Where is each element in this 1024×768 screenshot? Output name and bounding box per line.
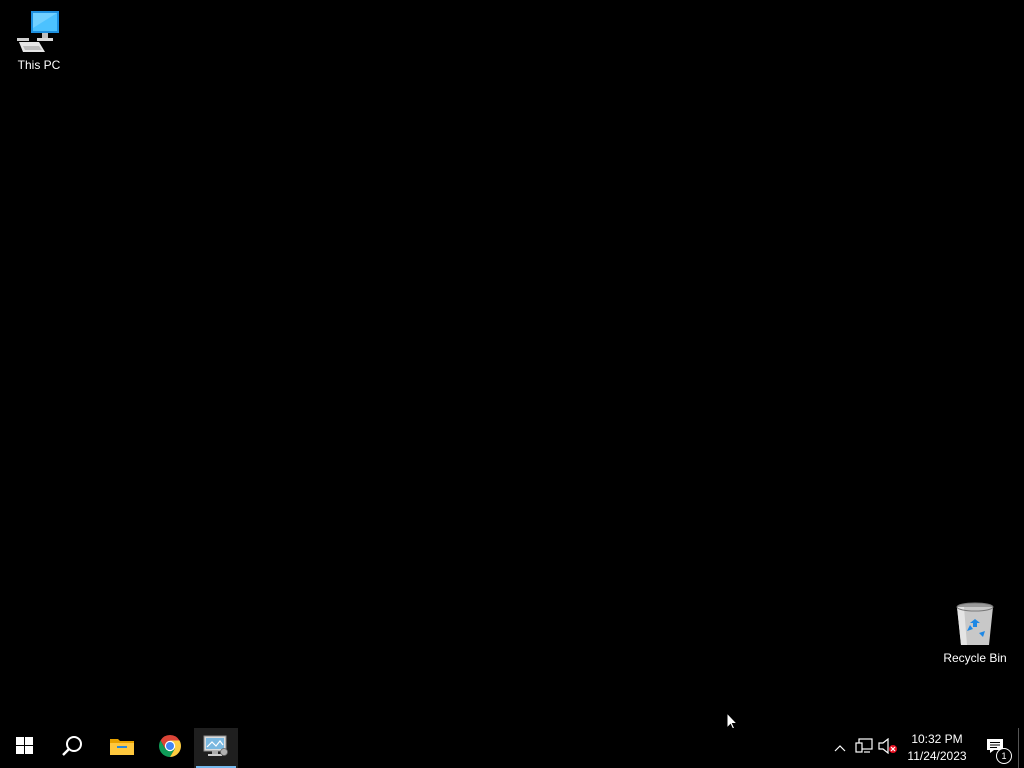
network-button[interactable] <box>852 728 876 768</box>
search-icon <box>61 735 83 762</box>
desktop: This PC Recycle Bin <box>0 0 1024 731</box>
notification-badge: 1 <box>996 748 1012 764</box>
desktop-icon-label: Recycle Bin <box>943 651 1007 665</box>
taskbar: 10:32 PM 11/24/2023 1 <box>0 728 1024 768</box>
network-icon <box>855 737 873 759</box>
start-button[interactable] <box>0 728 48 768</box>
desktop-icon-recycle-bin[interactable]: Recycle Bin <box>939 601 1011 666</box>
chevron-up-icon <box>834 739 846 757</box>
file-explorer-icon <box>110 736 134 761</box>
show-desktop-button[interactable] <box>1018 728 1024 768</box>
computer-icon <box>15 8 63 56</box>
windows-logo-icon <box>15 737 33 759</box>
search-button[interactable] <box>48 728 96 768</box>
desktop-icon-label: This PC <box>17 58 61 72</box>
taskbar-remote-desktop[interactable] <box>194 728 238 768</box>
taskbar-chrome[interactable] <box>146 728 194 768</box>
clock-time: 10:32 PM <box>911 732 963 746</box>
volume-button[interactable] <box>876 728 900 768</box>
action-center-button[interactable]: 1 <box>972 728 1018 768</box>
chrome-icon <box>158 734 182 763</box>
clock-date: 11/24/2023 <box>907 749 967 763</box>
show-hidden-icons-button[interactable] <box>828 728 852 768</box>
remote-desktop-icon <box>203 735 229 762</box>
recycle-bin-icon <box>951 601 999 649</box>
taskbar-clock[interactable]: 10:32 PM 11/24/2023 <box>902 728 972 768</box>
system-tray: 10:32 PM 11/24/2023 1 <box>828 728 1024 768</box>
volume-muted-icon <box>878 737 898 759</box>
taskbar-file-explorer[interactable] <box>98 728 146 768</box>
desktop-icon-this-pc[interactable]: This PC <box>3 8 75 73</box>
